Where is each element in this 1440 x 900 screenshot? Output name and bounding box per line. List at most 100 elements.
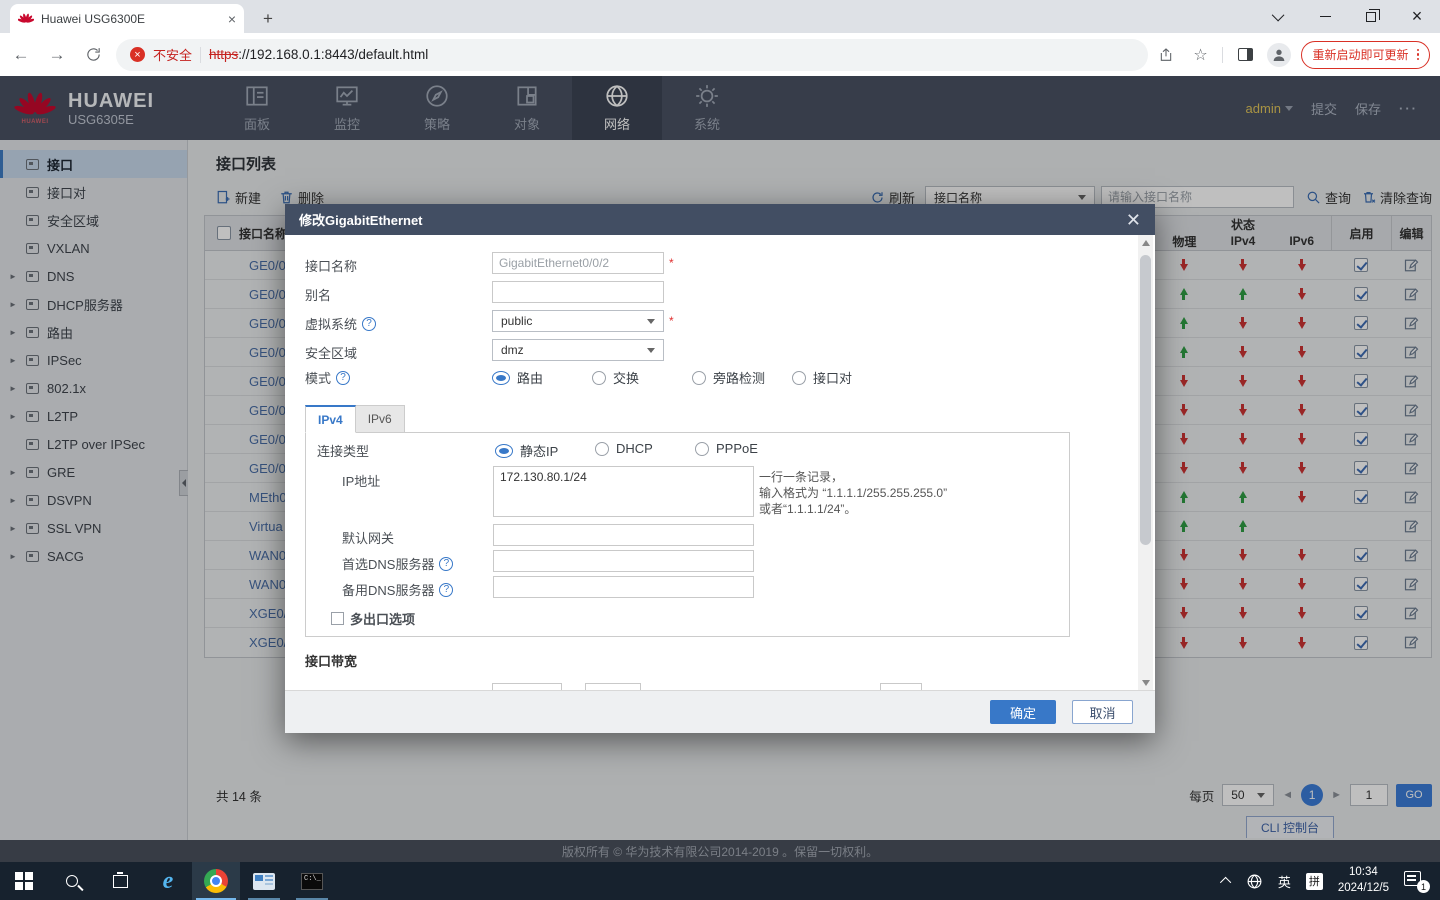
dns1-label: 首选DNS服务器 <box>342 554 434 573</box>
vsys-label: 虚拟系统 <box>305 314 357 333</box>
radio-label: DHCP <box>616 441 653 456</box>
forward-icon[interactable]: → <box>42 40 72 70</box>
chrome-icon[interactable] <box>192 862 240 900</box>
alias-input[interactable] <box>492 281 664 303</box>
radio-icon[interactable] <box>492 371 510 385</box>
radio-icon[interactable] <box>792 371 806 385</box>
notification-icon[interactable]: 1 <box>1404 871 1428 891</box>
tab-IPv4[interactable]: IPv4 <box>305 405 356 433</box>
chevron-down-icon <box>647 348 655 353</box>
back-icon[interactable]: ← <box>6 40 36 70</box>
required-asterisk: * <box>669 314 674 328</box>
dialog-scrollbar[interactable] <box>1138 235 1153 690</box>
bandwidth-section-label: 接口带宽 <box>305 651 357 670</box>
dialog-title: 修改GigabitEthernet <box>299 210 423 229</box>
bandwidth-input-stub[interactable] <box>492 683 562 690</box>
help-icon[interactable]: ? <box>336 371 350 385</box>
bookmark-star-icon[interactable]: ☆ <box>1188 43 1212 67</box>
window-minimize-button[interactable] <box>1302 0 1348 33</box>
internet-explorer-icon[interactable]: e <box>144 862 192 900</box>
conn-radio-DHCP[interactable]: DHCP <box>595 441 653 456</box>
side-panel-icon[interactable] <box>1233 43 1257 67</box>
scrollbar-thumb[interactable] <box>1140 255 1151 545</box>
tab-IPv6[interactable]: IPv6 <box>355 405 405 433</box>
not-secure-label: 不安全 <box>153 45 192 64</box>
url-text[interactable]: https://192.168.0.1:8443/default.html <box>209 47 428 62</box>
gateway-input[interactable] <box>493 524 754 546</box>
address-bar[interactable]: × 不安全 https://192.168.0.1:8443/default.h… <box>116 39 1148 71</box>
profile-avatar[interactable] <box>1267 43 1291 67</box>
new-tab-button[interactable]: + <box>256 7 280 31</box>
huawei-favicon <box>18 12 34 26</box>
restart-update-button[interactable]: 重新启动即可更新 <box>1301 41 1430 69</box>
interface-name-input[interactable] <box>492 252 664 274</box>
radio-label: 交换 <box>613 368 639 387</box>
ipv4-panel: 连接类型 PPPoEDHCP静态IP IP地址 172.130.80.1/24 … <box>305 432 1070 637</box>
conn-type-label: 连接类型 <box>317 441 369 460</box>
radio-label: 接口对 <box>813 368 852 387</box>
radio-icon[interactable] <box>495 444 513 458</box>
notification-badge: 1 <box>1417 880 1430 893</box>
browser-tab-strip: Huawei USG6300E × + × <box>0 0 1440 33</box>
start-button[interactable] <box>0 862 48 900</box>
dialog-close-icon[interactable]: ✕ <box>1126 211 1141 229</box>
mode-radio-接口对[interactable]: 接口对 <box>792 368 852 387</box>
bandwidth-unit-stub[interactable] <box>585 683 641 690</box>
radio-label: PPPoE <box>716 441 758 456</box>
cmd-icon[interactable]: C:\_ <box>288 862 336 900</box>
dns2-input[interactable] <box>493 576 754 598</box>
tab-title: Huawei USG6300E <box>41 12 221 26</box>
ime-indicator[interactable]: 拼 <box>1306 873 1323 890</box>
network-globe-icon[interactable] <box>1246 873 1263 890</box>
ok-button[interactable]: 确定 <box>990 700 1056 724</box>
radio-label: 静态IP <box>520 441 558 460</box>
required-asterisk: * <box>669 256 674 270</box>
conn-radio-静态IP[interactable]: 静态IP <box>495 441 558 460</box>
zone-select[interactable]: dmz <box>492 339 664 361</box>
mode-radio-交换[interactable]: 交换 <box>592 368 639 387</box>
radio-icon[interactable] <box>595 442 609 456</box>
multi-exit-label: 多出口选项 <box>350 609 415 628</box>
task-view-icon[interactable] <box>96 862 144 900</box>
browser-tab[interactable]: Huawei USG6300E × <box>10 4 244 33</box>
taskbar-search-icon[interactable] <box>48 862 96 900</box>
cancel-button[interactable]: 取消 <box>1072 700 1133 724</box>
help-icon[interactable]: ? <box>439 583 453 597</box>
control-panel-icon[interactable] <box>240 862 288 900</box>
dns1-input[interactable] <box>493 550 754 572</box>
mode-radio-旁路检测[interactable]: 旁路检测 <box>692 368 765 387</box>
tray-chevron-up-icon[interactable] <box>1220 877 1231 888</box>
radio-icon[interactable] <box>695 442 709 456</box>
ip-address-textarea[interactable]: 172.130.80.1/24 <box>493 466 754 517</box>
browser-menu-icon[interactable] <box>1417 49 1420 61</box>
gateway-label: 默认网关 <box>342 528 394 547</box>
tab-close-icon[interactable]: × <box>228 12 236 26</box>
help-icon[interactable]: ? <box>439 557 453 571</box>
radio-label: 旁路检测 <box>713 368 765 387</box>
security-warning-icon[interactable]: × <box>130 47 145 62</box>
multi-exit-checkbox[interactable] <box>331 612 344 625</box>
help-icon[interactable]: ? <box>362 317 376 331</box>
window-restore-button[interactable] <box>1348 0 1394 33</box>
mode-label: 模式 <box>305 368 331 387</box>
share-icon[interactable] <box>1154 43 1178 67</box>
conn-radio-PPPoE[interactable]: PPPoE <box>695 441 758 456</box>
mode-radio-路由[interactable]: 路由 <box>492 368 543 387</box>
window-close-button[interactable]: × <box>1394 0 1440 33</box>
taskbar-clock[interactable]: 10:34 2024/12/5 <box>1338 865 1389 896</box>
radio-icon[interactable] <box>692 371 706 385</box>
tab-search-icon[interactable] <box>1256 0 1302 33</box>
language-indicator[interactable]: 英 <box>1278 872 1291 891</box>
alias-label: 别名 <box>305 285 331 304</box>
vsys-select[interactable]: public <box>492 310 664 332</box>
radio-icon[interactable] <box>592 371 606 385</box>
bandwidth-input-stub[interactable] <box>880 683 922 690</box>
zone-label: 安全区域 <box>305 343 357 362</box>
radio-label: 路由 <box>517 368 543 387</box>
reload-icon[interactable] <box>78 40 108 70</box>
dialog-body: 接口名称 * 别名 虚拟系统 ? public * 安全区域 dmz <box>285 235 1155 690</box>
scroll-down-icon[interactable] <box>1138 675 1153 690</box>
chevron-down-icon <box>647 319 655 324</box>
windows-taskbar: e C:\_ 英 拼 10:34 2024/12/5 1 <box>0 862 1440 900</box>
scroll-up-icon[interactable] <box>1138 235 1153 250</box>
